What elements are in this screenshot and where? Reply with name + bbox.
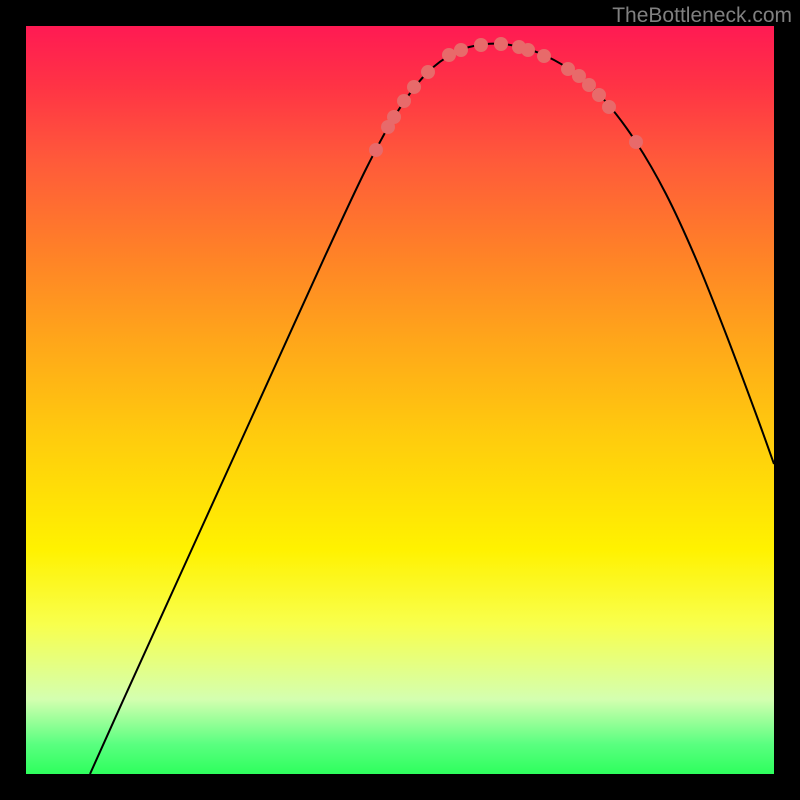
data-markers [369,37,643,157]
data-marker [494,37,508,51]
bottleneck-curve [90,44,774,774]
chart-svg [26,26,774,774]
data-marker [582,78,596,92]
data-marker [397,94,411,108]
data-marker [421,65,435,79]
data-marker [407,80,421,94]
data-marker [602,100,616,114]
data-marker [474,38,488,52]
data-marker [592,88,606,102]
data-marker [387,110,401,124]
data-marker [454,43,468,57]
data-marker [537,49,551,63]
chart-plot-area [26,26,774,774]
watermark-text: TheBottleneck.com [612,4,792,28]
data-marker [369,143,383,157]
data-marker [442,48,456,62]
data-marker [521,43,535,57]
data-marker [629,135,643,149]
